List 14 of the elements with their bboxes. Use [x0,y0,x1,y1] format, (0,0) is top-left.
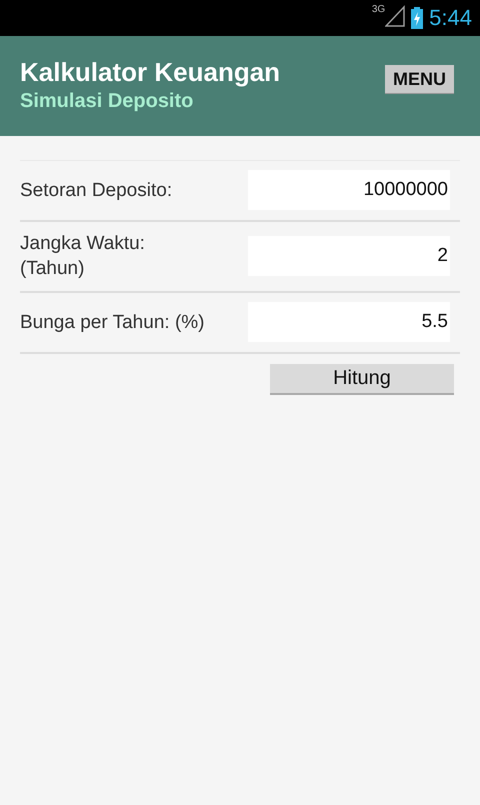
input-field[interactable]: 5.5 [248,302,450,342]
network-type: 3G [372,5,386,15]
app-subtitle: Simulasi Deposito [20,89,194,114]
app-title: Kalkulator Keuangan [20,56,280,88]
field-label: Bunga per Tahun: (%) [20,310,204,334]
field-label: Setoran Deposito: [20,178,172,202]
signal-icon [385,5,406,27]
field-label: Jangka Waktu: (Tahun) [20,232,145,281]
clock-time: 5:44 [429,5,472,31]
menu-button[interactable]: MENU [385,65,454,94]
input-field[interactable]: 10000000 [248,170,450,210]
input-field[interactable]: 2 [248,236,450,276]
calculate-button[interactable]: Hitung [270,364,454,395]
battery-charging-icon [411,7,424,29]
